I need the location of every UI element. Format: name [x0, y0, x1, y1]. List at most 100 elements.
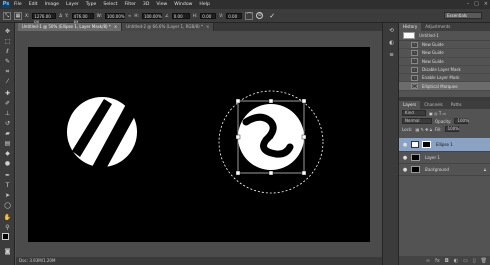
menu-file[interactable]: File — [14, 2, 22, 7]
minimize-button[interactable]: – — [467, 1, 470, 7]
menu-type[interactable]: Type — [86, 2, 97, 7]
tab-history[interactable]: History — [399, 23, 422, 31]
lasso-tool-icon[interactable]: ℓ — [3, 47, 12, 56]
history-state-icon: · — [411, 66, 418, 73]
tab-channels[interactable]: Channels — [420, 101, 447, 109]
options-bar: ⤡ ▦ X: 1276.00 px Δ Y: 476.00 px W: 100.… — [0, 9, 490, 24]
menu-image[interactable]: Image — [45, 2, 59, 7]
link-icon[interactable]: ∞ — [128, 13, 132, 18]
ellipse-tool-icon[interactable]: ◯ — [3, 201, 12, 210]
healing-brush-tool-icon[interactable]: ✚ — [3, 89, 12, 98]
eraser-tool-icon[interactable]: ▰ — [3, 129, 12, 138]
tab-paths[interactable]: Paths — [447, 101, 466, 109]
tab-untitled-1[interactable]: Untitled-1 @ 50% (Ellipse 1, Layer Mask/… — [18, 23, 123, 31]
maximize-button[interactable]: □ — [474, 1, 479, 7]
blend-mode-select[interactable]: Normal — [402, 118, 432, 124]
link-layers-icon[interactable]: ∞ — [426, 258, 430, 264]
new-layer-icon[interactable]: ▯ — [473, 258, 476, 264]
blend-row: Normal Opacity: 100% — [399, 117, 490, 125]
tab-layers[interactable]: Layers — [399, 101, 421, 109]
visibility-eye-icon[interactable]: ● — [402, 155, 408, 161]
layer-mask-thumbnail[interactable] — [422, 141, 431, 148]
clone-stamp-tool-icon[interactable]: ⊥ — [3, 109, 12, 118]
photoshop-logo-icon: Ps — [2, 1, 10, 8]
history-brush-tool-icon[interactable]: ↺ — [3, 119, 12, 128]
lock-icons[interactable]: ▦ ✎ ✥ 🔒︎ — [415, 127, 431, 132]
layer-name: Ellipse 1 — [436, 142, 453, 147]
properties-panel-icon[interactable]: ≡ — [387, 51, 396, 60]
close-icon[interactable]: × — [206, 24, 209, 29]
history-panel-tabs: History Adjustments — [399, 23, 490, 31]
x-field[interactable]: 1276.00 px — [32, 12, 57, 24]
pen-tool-icon[interactable]: ✒ — [3, 171, 12, 180]
doc-size-text: Doc: 3.93M/1.20M — [19, 258, 56, 263]
transform-tool-icon[interactable]: ⤡ — [3, 11, 11, 20]
path-selection-tool-icon[interactable]: ➤ — [3, 191, 12, 200]
fill-field[interactable]: 100% — [444, 126, 459, 132]
menu-filter[interactable]: Filter — [125, 2, 136, 7]
commit-transform-icon[interactable]: ✓ — [269, 12, 275, 20]
brush-tool-icon[interactable]: ✐ — [3, 99, 12, 108]
history-snapshot[interactable]: Untitled-1 — [399, 31, 490, 41]
menu-select[interactable]: Select — [103, 2, 117, 7]
close-button[interactable]: × — [484, 1, 488, 7]
gradient-tool-icon[interactable]: ▤ — [3, 139, 12, 148]
history-item[interactable]: · Enable Layer Mask — [399, 74, 490, 83]
close-icon[interactable]: × — [114, 24, 117, 29]
layer-row-layer-1[interactable]: ● Layer 1 — [399, 152, 490, 164]
crop-tool-icon[interactable]: ⌗ — [3, 67, 12, 76]
history-item[interactable]: · New Guide — [399, 58, 490, 66]
reference-point-icon[interactable]: ▦ — [14, 11, 22, 20]
menu-help[interactable]: Help — [199, 2, 209, 7]
width-field[interactable]: 100.00% — [104, 12, 125, 19]
visibility-eye-icon[interactable]: ● — [402, 142, 408, 148]
hskew-field[interactable]: 0.00 — [200, 12, 217, 19]
delete-layer-icon[interactable]: 🗑︎ — [481, 258, 487, 264]
menu-window[interactable]: Window — [174, 2, 192, 7]
fx-icon[interactable]: fx — [435, 258, 440, 264]
kind-filter-select[interactable]: Kind — [402, 110, 426, 116]
cancel-transform-icon[interactable]: ⊘ — [256, 12, 264, 19]
history-state-icon: · — [411, 41, 418, 48]
tab-untitled-2[interactable]: Untitled-2 @ 66.6% (Layer 1, RGB/8) * × — [122, 23, 215, 31]
delta-icon[interactable]: Δ — [59, 13, 62, 18]
type-tool-icon[interactable]: T — [3, 181, 12, 190]
blur-tool-icon[interactable]: ◆ — [3, 149, 12, 158]
visibility-eye-icon[interactable]: ● — [402, 167, 408, 173]
layer-row-ellipse-1[interactable]: ● Ellipse 1 — [399, 138, 490, 152]
history-panel-icon[interactable]: ⟲ — [387, 27, 396, 36]
eyedropper-tool-icon[interactable]: ⁄ — [3, 77, 12, 86]
menu-view[interactable]: View — [156, 2, 167, 7]
warp-mode-icon[interactable]: ⌒ — [245, 11, 254, 20]
menu-layer[interactable]: Layer — [66, 2, 79, 7]
quick-select-tool-icon[interactable]: ✎ — [3, 57, 12, 66]
menu-3d[interactable]: 3D — [143, 2, 149, 7]
history-item[interactable]: · New Guide — [399, 41, 490, 50]
adjustments-panel-icon[interactable]: ◐ — [387, 39, 396, 48]
vskew-field[interactable]: 0.00 — [226, 12, 243, 19]
filter-icons[interactable]: ▣ ◎ T ▭ — [429, 111, 446, 116]
opacity-field[interactable]: 100% — [454, 118, 469, 124]
history-item[interactable]: ◯ Elliptical Marquee — [399, 82, 490, 91]
tab-adjustments[interactable]: Adjustments — [421, 23, 454, 31]
adjustment-layer-icon[interactable]: ◐ — [454, 258, 458, 264]
history-item[interactable]: · New Guide — [399, 49, 490, 58]
menu-edit[interactable]: Edit — [29, 2, 38, 7]
history-state-icon: · — [411, 74, 418, 81]
document-canvas[interactable] — [28, 47, 370, 242]
history-item[interactable]: · Disable Layer Mask — [399, 66, 490, 75]
height-field[interactable]: 100.00% — [141, 12, 162, 19]
quick-mask-icon[interactable]: ◙ — [3, 247, 12, 256]
layer-row-background[interactable]: ● Background 🔒︎ — [399, 164, 490, 176]
group-icon[interactable]: ▭ — [463, 258, 468, 264]
zoom-tool-icon[interactable]: ⚲ — [3, 223, 12, 232]
y-field[interactable]: 476.00 px — [71, 12, 94, 24]
hand-tool-icon[interactable]: ✋ — [3, 213, 12, 222]
workspace-switcher[interactable]: Essentials — [444, 12, 482, 19]
marquee-tool-icon[interactable]: ⬚ — [3, 37, 12, 46]
angle-field[interactable]: 0.00 — [171, 12, 190, 19]
dodge-tool-icon[interactable]: ● — [3, 159, 12, 168]
add-mask-icon[interactable]: ◘ — [445, 258, 449, 264]
foreground-color-swatch[interactable] — [2, 233, 9, 240]
move-tool-icon[interactable]: ✥ — [3, 27, 12, 36]
